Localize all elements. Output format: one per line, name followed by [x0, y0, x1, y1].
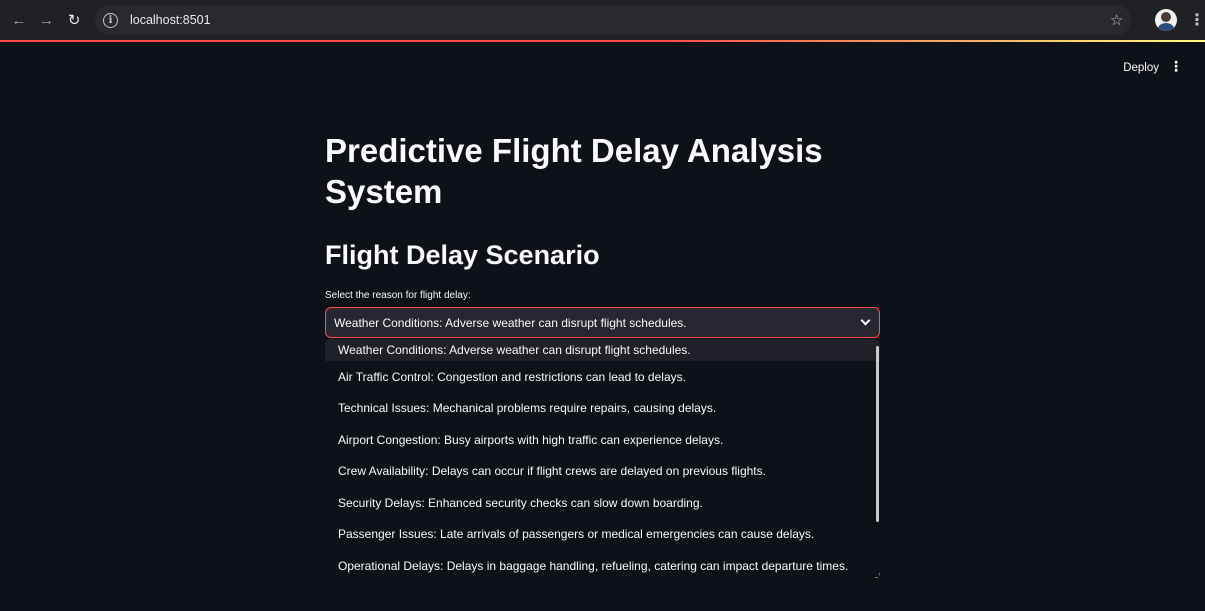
dropdown-options-list: Weather Conditions: Adverse weather can …: [325, 339, 880, 579]
url-text[interactable]: localhost:8501: [130, 13, 211, 27]
reload-icon[interactable]: ↻: [61, 7, 87, 33]
bookmark-star-icon[interactable]: ☆: [1110, 11, 1123, 29]
select-label: Select the reason for flight delay:: [325, 290, 471, 301]
forward-arrow-icon[interactable]: →: [34, 7, 60, 33]
site-info-icon[interactable]: i: [102, 12, 118, 28]
browser-menu-icon[interactable]: ⋮: [1189, 10, 1205, 30]
page-title: Predictive Flight Delay Analysis System: [325, 132, 823, 210]
dropdown-option[interactable]: Passenger Issues: Late arrivals of passe…: [325, 519, 880, 551]
dropdown-option[interactable]: Air Traffic Control: Congestion and rest…: [325, 361, 880, 393]
dropdown-option[interactable]: Crew Availability: Delays can occur if f…: [325, 456, 880, 488]
dropdown-option[interactable]: Operational Delays: Delays in baggage ha…: [325, 550, 880, 579]
section-title: Flight Delay Scenario: [325, 240, 600, 270]
dropdown-option[interactable]: Technical Issues: Mechanical problems re…: [325, 393, 880, 425]
profile-avatar[interactable]: [1155, 9, 1177, 31]
browser-toolbar: ← → ↻ i localhost:8501 ☆ ⋮: [0, 0, 1205, 40]
back-arrow-icon[interactable]: ←: [6, 7, 32, 33]
address-bar[interactable]: i localhost:8501 ☆: [94, 5, 1132, 35]
chevron-down-icon[interactable]: [860, 315, 871, 326]
resize-handle-icon: [875, 573, 880, 578]
delay-reason-select[interactable]: Weather Conditions: Adverse weather can …: [325, 307, 880, 338]
header-decoration-bar: [0, 40, 1205, 42]
selected-value: Weather Conditions: Adverse weather can …: [334, 315, 687, 330]
main-menu-icon[interactable]: ⋮: [1169, 58, 1183, 75]
dropdown-option[interactable]: Security Delays: Enhanced security check…: [325, 487, 880, 519]
dropdown-scrollbar[interactable]: [876, 346, 879, 522]
dropdown-option[interactable]: Weather Conditions: Adverse weather can …: [325, 339, 880, 361]
deploy-button[interactable]: Deploy: [1123, 58, 1159, 78]
dropdown-option[interactable]: Airport Congestion: Busy airports with h…: [325, 424, 880, 456]
